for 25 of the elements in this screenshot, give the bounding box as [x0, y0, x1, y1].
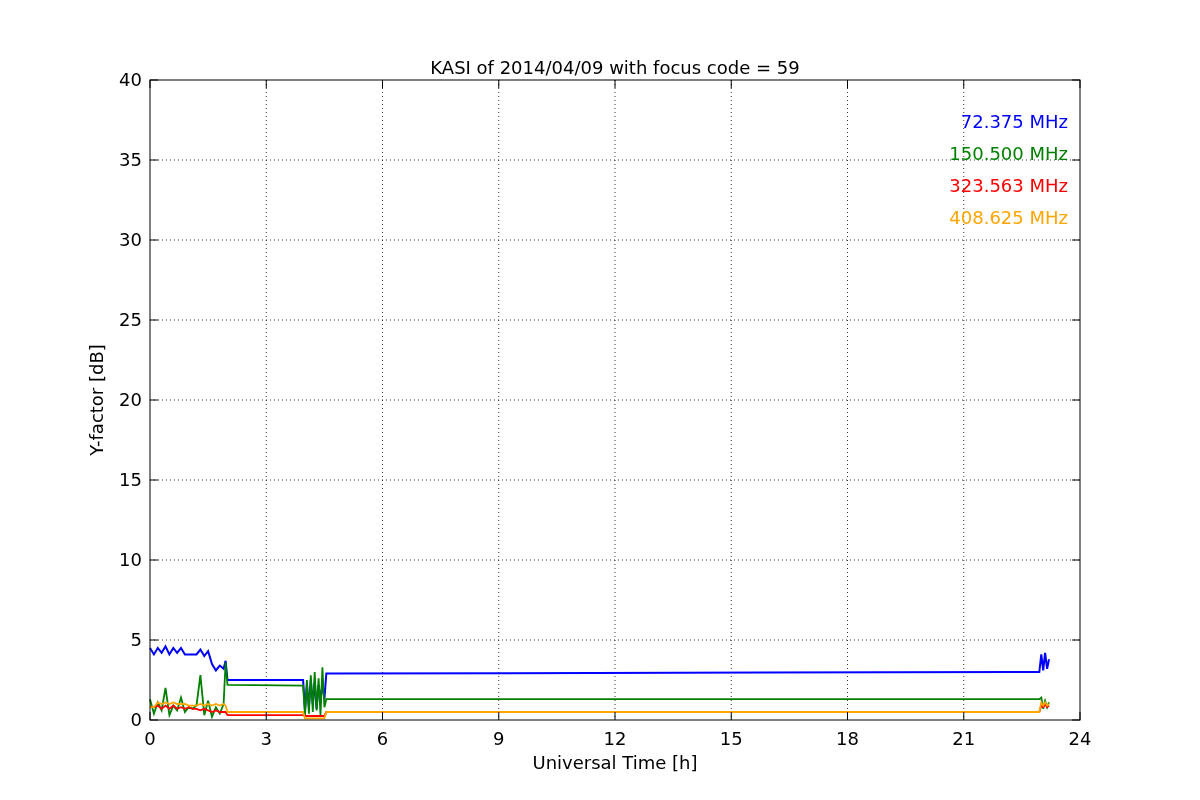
x-tick-label: 0	[144, 728, 156, 749]
y-tick-label: 0	[130, 709, 142, 730]
y-tick-label: 40	[119, 69, 142, 90]
x-tick-label: 24	[1068, 728, 1092, 749]
legend-label: 72.375 MHz	[960, 111, 1068, 132]
y-tick-label: 5	[130, 629, 142, 650]
x-tick-label: 12	[603, 728, 627, 749]
y-tick-label: 10	[119, 549, 142, 570]
x-tick-label: 21	[952, 728, 976, 749]
x-tick-label: 15	[719, 728, 743, 749]
x-tick-label: 3	[260, 728, 272, 749]
y-tick-label: 25	[119, 309, 142, 330]
legend-label: 150.500 MHz	[949, 143, 1068, 164]
y-tick-label: 15	[119, 469, 142, 490]
legend-label: 408.625 MHz	[949, 207, 1068, 228]
y-tick-label: 30	[119, 229, 142, 250]
x-tick-label: 6	[376, 728, 389, 749]
y-tick-label: 20	[119, 389, 142, 410]
chart-title: KASI of 2014/04/09 with focus code = 59	[430, 57, 800, 78]
y-tick-label: 35	[119, 149, 142, 170]
legend-label: 323.563 MHz	[949, 175, 1068, 196]
y-axis-label: Y-factor [dB]	[86, 344, 107, 456]
x-axis-label: Universal Time [h]	[532, 752, 698, 773]
x-tick-label: 18	[836, 728, 859, 749]
x-tick-label: 9	[493, 728, 505, 749]
